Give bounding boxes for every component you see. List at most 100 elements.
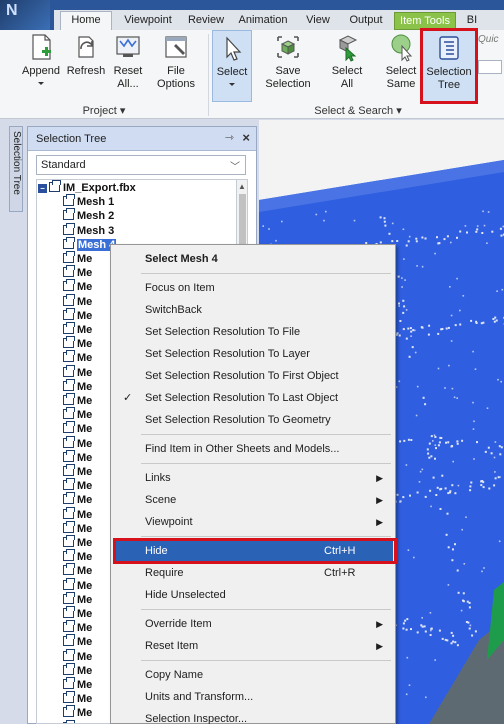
reset-all-button[interactable]: Reset All... [108,30,148,102]
save-selection-button[interactable]: Save Selection [264,30,312,102]
tree-item[interactable]: Me [63,378,92,394]
tree-item[interactable]: Me [63,478,92,493]
tree-item[interactable]: Me [63,606,92,621]
menu-item-set-selection-resolution-to-layer[interactable]: Set Selection Resolution To Layer [113,343,393,365]
tree-item[interactable]: Me [63,435,92,451]
app-logo-icon[interactable]: N [0,0,50,30]
close-icon[interactable]: × [242,130,250,145]
tree-item[interactable]: Me [63,677,92,692]
menu-item-focus-on-item[interactable]: Focus on Item [113,277,393,299]
menu-item-hide-unselected[interactable]: Hide Unselected [113,584,393,606]
tree-item[interactable]: Me [63,492,92,507]
tree-item[interactable]: Me [63,634,92,649]
tree-item[interactable]: Me [63,535,92,550]
tree-item[interactable]: Me [63,577,93,593]
menu-item-set-selection-resolution-to-first-object[interactable]: Set Selection Resolution To First Object [113,365,393,387]
select-same-button[interactable]: Select Same [380,30,422,102]
selection-tree-dock-tab[interactable]: Selection Tree [9,126,23,212]
mesh-icon [63,691,75,704]
append-button[interactable]: Append [18,30,64,102]
menu-item-set-selection-resolution-to-last-object[interactable]: ✓ Set Selection Resolution To Last Object [113,387,393,409]
tree-item-label: Me [77,295,93,308]
tree-item[interactable]: Me [63,407,92,422]
tree-item[interactable]: Me [63,563,92,578]
tree-item[interactable]: Me [63,265,92,280]
menu-item-set-selection-resolution-to-geometry[interactable]: Set Selection Resolution To Geometry [113,409,393,431]
tree-item[interactable]: Mesh 3 [63,222,114,238]
tree-item-label: Me [77,324,93,336]
tab-home[interactable]: Home [60,11,112,31]
menu-item-viewpoint[interactable]: Viewpoint ▶ [113,511,393,533]
tab-animation[interactable]: Animation [232,12,294,30]
scroll-thumb[interactable] [239,194,246,246]
tree-item[interactable]: Mesh 2 [63,208,114,223]
tree-item[interactable]: Me [63,506,92,522]
menu-item-label: SwitchBack [145,304,202,316]
menu-item-label: Find Item in Other Sheets and Models... [145,443,340,455]
mesh-icon [63,464,75,476]
submenu-arrow-icon: ▶ [376,495,383,505]
tree-item[interactable]: Me [63,520,92,536]
tree-item[interactable]: Me [63,293,93,309]
tree-mode-select[interactable]: Standard ﹀ [36,155,246,175]
tree-item[interactable]: Me [63,393,92,408]
tree-item[interactable]: Me [63,549,92,564]
tree-item[interactable]: Mesh 4 [63,236,117,252]
select-all-button[interactable]: Select All [326,30,368,102]
menu-item-scene[interactable]: Scene ▶ [113,489,393,511]
tree-item[interactable]: Me [63,620,92,635]
tab-bim[interactable]: BI [462,12,482,30]
tree-item[interactable]: Me [63,279,92,294]
menu-item-switchback[interactable]: SwitchBack [113,299,393,321]
tab-output[interactable]: Output [342,12,390,30]
tree-item[interactable]: Me [63,705,92,720]
refresh-button[interactable]: Refresh [66,30,106,102]
file-options-icon [165,36,187,58]
tree-item[interactable]: Me [63,464,92,479]
tree-item[interactable]: Me [63,591,92,607]
menu-item-select-mesh-4[interactable]: Select Mesh 4 [113,248,393,270]
quick-find-input[interactable] [478,60,502,74]
menu-item-copy-name[interactable]: Copy Name [113,664,393,686]
tree-item[interactable]: Me [63,691,92,706]
tree-item[interactable]: Me [63,307,92,323]
tab-view[interactable]: View [298,12,338,30]
tree-item[interactable]: Me [63,421,92,436]
tree-item[interactable]: Mesh 1 [63,194,114,209]
selection-tree-button[interactable]: Selection Tree [420,28,478,104]
menu-item-set-selection-resolution-to-file[interactable]: Set Selection Resolution To File [113,321,393,343]
tree-item[interactable]: Me [63,350,92,365]
tree-item[interactable]: Me [63,662,92,678]
append-caret-icon [38,82,44,85]
select-search-group-label: Select & Search ▾ [314,105,402,117]
menu-item-hide[interactable]: Hide Ctrl+H [113,538,397,564]
tree-item[interactable]: Me [63,648,92,664]
tree-item[interactable]: Me [63,449,92,465]
tree-item[interactable]: Me [63,251,92,266]
quick-find-stub[interactable]: Quic [478,34,504,94]
pin-icon[interactable]: ⇾ [225,131,234,144]
menu-item-reset-item[interactable]: Reset Item ▶ [113,635,393,657]
select-search-group-text: Select & Search [314,105,394,117]
menu-item-selection-inspector[interactable]: Selection Inspector... [113,708,393,724]
tab-review[interactable]: Review [184,12,228,30]
menu-item-links[interactable]: Links ▶ [113,467,393,489]
submenu-arrow-icon: ▶ [376,517,383,527]
tree-item[interactable]: Me [63,336,92,351]
panel-title: Selection Tree [36,133,107,145]
tab-viewpoint[interactable]: Viewpoint [114,12,182,30]
tab-item-tools[interactable]: Item Tools [394,12,456,30]
tree-root-item[interactable]: − IM_Export.fbx [38,180,136,195]
menu-item-find-item-in-other-sheets-and-models[interactable]: Find Item in Other Sheets and Models... [113,438,393,460]
tree-item[interactable]: Me [63,364,92,380]
menu-item-units-and-transform[interactable]: Units and Transform... [113,686,393,708]
file-options-button[interactable]: File Options [152,30,200,102]
menu-item-require[interactable]: Require Ctrl+R [113,562,393,584]
tree-item-label: Me [77,579,93,592]
menu-item-override-item[interactable]: Override Item ▶ [113,613,393,635]
scroll-up-icon[interactable]: ▲ [238,182,246,191]
select-same-label: Select Same [385,65,417,90]
select-button[interactable]: Select [212,30,252,102]
collapse-icon[interactable]: − [38,184,47,193]
tree-item[interactable]: Me [63,322,93,337]
